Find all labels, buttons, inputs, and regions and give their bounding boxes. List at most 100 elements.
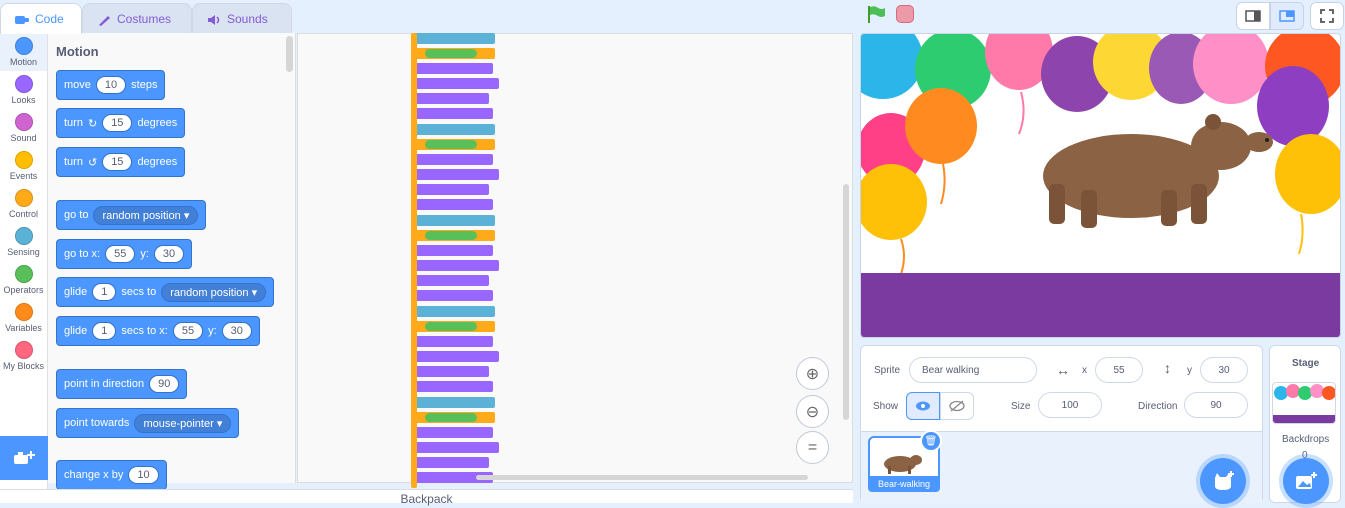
degrees-input[interactable]: 15 [102, 114, 133, 132]
choose-sprite-button[interactable] [1200, 458, 1246, 504]
size-input[interactable]: 100 [1038, 392, 1102, 418]
trash-icon: 🗑 [924, 435, 938, 447]
y-position-input[interactable]: 30 [1200, 357, 1248, 383]
script-block[interactable] [413, 366, 489, 377]
script-block[interactable] [413, 169, 499, 180]
category-events[interactable]: Events [0, 147, 47, 185]
script-block[interactable] [413, 93, 489, 104]
zoom-reset-button[interactable]: = [796, 431, 829, 464]
condition-block[interactable] [425, 231, 477, 240]
x-input[interactable]: 55 [105, 245, 136, 263]
stop-button[interactable] [896, 5, 914, 23]
script-block[interactable] [413, 275, 489, 286]
go-to-dropdown[interactable]: random position ▾ [93, 205, 199, 225]
script-block[interactable] [411, 33, 417, 488]
stage[interactable] [860, 33, 1341, 338]
category-motion[interactable]: Motion [0, 33, 47, 71]
category-operators[interactable]: Operators [0, 261, 47, 299]
script-block[interactable] [413, 397, 495, 408]
category-looks[interactable]: Looks [0, 71, 47, 109]
script-block[interactable] [413, 78, 499, 89]
steps-input[interactable]: 10 [95, 76, 127, 94]
zoom-in-button[interactable]: ⊕ [796, 357, 829, 390]
script-vertical-scrollbar[interactable] [843, 184, 849, 420]
script-block[interactable] [413, 215, 495, 226]
palette-title: Motion [56, 44, 99, 59]
script-horizontal-scrollbar[interactable] [476, 475, 808, 480]
glide-to-block[interactable]: glide 1 secs to random position ▾ [56, 277, 275, 307]
tab-sounds[interactable]: Sounds [192, 3, 292, 34]
stage-thumbnail[interactable] [1272, 382, 1336, 424]
secs-input[interactable]: 1 [92, 283, 117, 301]
my-blocks-color-dot [14, 341, 33, 359]
script-block[interactable] [413, 290, 493, 301]
category-control[interactable]: Control [0, 185, 47, 223]
small-stage-button[interactable] [1236, 2, 1270, 30]
script-block[interactable] [413, 381, 493, 392]
script-block[interactable] [413, 306, 495, 317]
turn-left-block[interactable]: turn ↺ 15 degrees [56, 147, 186, 177]
change-x-input[interactable]: 10 [128, 466, 159, 484]
go-to-xy-block[interactable]: go to x: 55 y: 30 [56, 239, 193, 269]
script-block[interactable] [413, 351, 499, 362]
direction-input[interactable]: 90 [1184, 392, 1248, 418]
point-in-direction-block[interactable]: point in direction 90 [56, 369, 188, 399]
script-block[interactable] [413, 245, 493, 256]
choose-backdrop-button[interactable] [1283, 458, 1329, 504]
backdrop-thumbnail-image [1273, 384, 1335, 423]
script-block[interactable] [413, 124, 495, 135]
condition-block[interactable] [425, 322, 477, 331]
y-input[interactable]: 30 [153, 245, 185, 263]
zoom-out-button[interactable]: ⊖ [796, 395, 829, 428]
glide-dropdown[interactable]: random position ▾ [161, 282, 267, 302]
script-block[interactable] [413, 184, 489, 195]
script-block[interactable] [413, 199, 493, 210]
condition-block[interactable] [425, 49, 477, 58]
script-block[interactable] [413, 33, 495, 44]
script-area[interactable] [297, 33, 853, 483]
glide-to-xy-block[interactable]: glide 1 secs to x: 55 y: 30 [56, 316, 260, 346]
script-block[interactable] [413, 427, 493, 438]
green-flag-icon[interactable] [866, 5, 886, 23]
point-towards-block[interactable]: point towards mouse-pointer ▾ [56, 408, 240, 438]
script-block[interactable] [413, 108, 493, 119]
add-extension-button[interactable] [0, 436, 48, 480]
small-stage-icon [1245, 10, 1261, 22]
direction-input[interactable]: 90 [149, 375, 180, 393]
motion-color-dot [14, 37, 33, 55]
normal-stage-button[interactable] [1270, 2, 1304, 30]
show-sprite-button[interactable] [906, 392, 940, 420]
script-block[interactable] [413, 442, 499, 453]
fullscreen-button[interactable] [1310, 2, 1344, 30]
point-towards-dropdown[interactable]: mouse-pointer ▾ [134, 413, 232, 433]
x-position-input[interactable]: 55 [1095, 357, 1143, 383]
backpack-bar[interactable]: Backpack [0, 489, 853, 506]
y-input[interactable]: 30 [221, 322, 252, 340]
sprite-name-input[interactable]: Bear walking [909, 357, 1037, 383]
x-input[interactable]: 55 [172, 322, 204, 340]
move-steps-block[interactable]: move 10 steps [56, 70, 166, 100]
category-variables[interactable]: Variables [0, 299, 47, 337]
condition-block[interactable] [425, 413, 477, 422]
looks-color-dot [14, 75, 33, 93]
hide-sprite-button[interactable] [940, 392, 974, 420]
category-sound[interactable]: Sound [0, 109, 47, 147]
tab-code[interactable]: Code [0, 3, 82, 34]
go-to-block[interactable]: go to random position ▾ [56, 200, 207, 230]
script-block[interactable] [413, 154, 493, 165]
secs-input[interactable]: 1 [92, 322, 117, 340]
palette-scrollbar[interactable] [286, 36, 293, 72]
degrees-input[interactable]: 15 [102, 153, 133, 171]
script-block[interactable] [413, 457, 489, 468]
script-block[interactable] [413, 63, 493, 74]
tab-costumes[interactable]: Costumes [82, 3, 192, 34]
delete-sprite-button[interactable]: 🗑 [920, 430, 942, 452]
category-my-blocks[interactable]: My Blocks [0, 337, 47, 375]
script-block[interactable] [413, 260, 499, 271]
rotate-left-icon: ↺ [87, 156, 98, 169]
category-sensing[interactable]: Sensing [0, 223, 47, 261]
turn-right-block[interactable]: turn ↻ 15 degrees [56, 108, 186, 138]
condition-block[interactable] [425, 140, 477, 149]
change-x-block[interactable]: change x by 10 [56, 460, 167, 490]
script-block[interactable] [413, 336, 493, 347]
